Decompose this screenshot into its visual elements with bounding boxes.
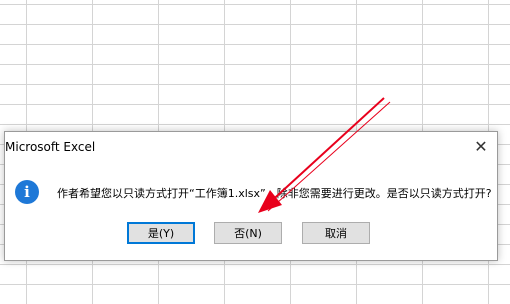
- close-icon: ✕: [474, 136, 488, 156]
- yes-button[interactable]: 是(Y): [127, 222, 195, 244]
- no-button[interactable]: 否(N): [214, 222, 282, 244]
- readonly-prompt-dialog: Microsoft Excel ✕ i 作者希望您以只读方式打开“工作簿1.xl…: [4, 131, 498, 261]
- close-button[interactable]: ✕: [467, 134, 495, 158]
- info-icon: i: [15, 180, 39, 204]
- info-icon-glyph: i: [24, 183, 30, 201]
- dialog-message: 作者希望您以只读方式打开“工作簿1.xlsx”，除非您需要进行更改。是否以只读方…: [57, 187, 492, 200]
- cancel-button[interactable]: 取消: [302, 222, 370, 244]
- dialog-title: Microsoft Excel: [5, 140, 96, 154]
